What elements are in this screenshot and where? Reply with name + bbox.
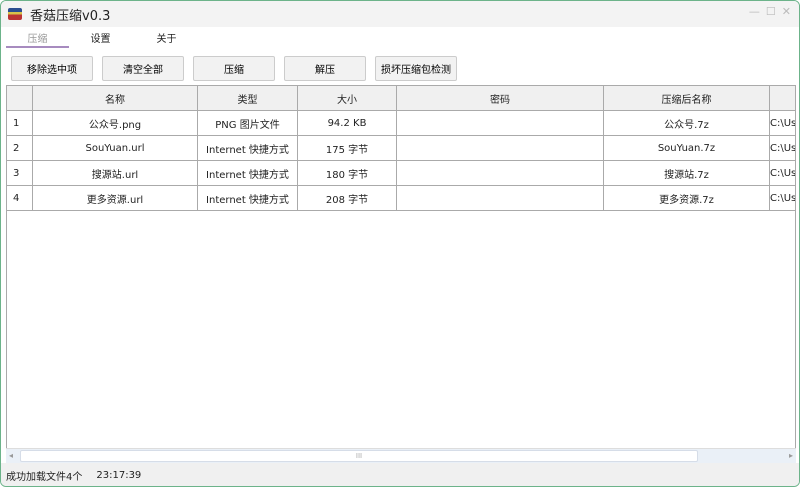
header-path[interactable] — [770, 86, 795, 110]
cell-password — [397, 161, 604, 185]
scroll-left-icon[interactable]: ◂ — [9, 449, 13, 463]
cell-path: C:\Us — [770, 117, 796, 129]
cell-type: PNG 图片文件 — [198, 111, 298, 135]
maximize-button[interactable]: ☐ — [766, 5, 776, 18]
cell-password — [397, 136, 604, 160]
title-bar: 香菇压缩v0.3 — ☐ ✕ — [1, 1, 799, 27]
app-window: 香菇压缩v0.3 — ☐ ✕ 压缩 设置 关于 移除选中项 清空全部 压缩 解压… — [0, 0, 800, 487]
remove-selected-button[interactable]: 移除选中项 — [11, 56, 93, 81]
extract-button[interactable]: 解压 — [284, 56, 366, 81]
header-name[interactable]: 名称 — [33, 86, 198, 110]
cell-path: C:\Us — [770, 142, 796, 154]
clear-all-button[interactable]: 清空全部 — [102, 56, 184, 81]
table-row[interactable]: 4 更多资源.url Internet 快捷方式 208 字节 更多资源.7z C:\Us — [7, 186, 796, 211]
cell-size: 94.2 KB — [298, 111, 397, 135]
tab-about[interactable]: 关于 — [135, 30, 198, 45]
window-title: 香菇压缩v0.3 — [30, 8, 111, 24]
cell-password — [397, 111, 604, 135]
header-password[interactable]: 密码 — [397, 86, 604, 110]
tab-settings[interactable]: 设置 — [69, 30, 132, 45]
tab-compress[interactable]: 压缩 — [6, 30, 69, 48]
header-size[interactable]: 大小 — [298, 86, 397, 110]
cell-name: 更多资源.url — [33, 186, 198, 210]
tab-bar: 压缩 设置 关于 — [1, 28, 799, 48]
cell-size: 180 字节 — [298, 161, 397, 185]
table-header: 名称 类型 大小 密码 压缩后名称 — [7, 86, 795, 111]
cell-row-number: 3 — [7, 161, 33, 185]
close-button[interactable]: ✕ — [782, 5, 791, 18]
cell-name: 搜源站.url — [33, 161, 198, 185]
cell-compressed-name: SouYuan.7z — [604, 136, 770, 160]
cell-type: Internet 快捷方式 — [198, 161, 298, 185]
cell-compressed-name: 公众号.7z — [604, 111, 770, 135]
cell-row-number: 2 — [7, 136, 33, 160]
compress-button[interactable]: 压缩 — [193, 56, 275, 81]
table-row[interactable]: 1 公众号.png PNG 图片文件 94.2 KB 公众号.7z C:\Us — [7, 111, 796, 136]
scroll-right-icon[interactable]: ▸ — [789, 449, 793, 463]
cell-size: 208 字节 — [298, 186, 397, 210]
scrollbar-thumb[interactable]: III — [20, 450, 698, 462]
minimize-button[interactable]: — — [749, 5, 760, 18]
cell-password — [397, 186, 604, 210]
cell-row-number: 4 — [7, 186, 33, 210]
header-compressed-name[interactable]: 压缩后名称 — [604, 86, 770, 110]
table-row[interactable]: 3 搜源站.url Internet 快捷方式 180 字节 搜源站.7z C:\Us — [7, 161, 796, 186]
cell-size: 175 字节 — [298, 136, 397, 160]
table-row[interactable]: 2 SouYuan.url Internet 快捷方式 175 字节 SouYuan.7… — [7, 136, 796, 161]
cell-type: Internet 快捷方式 — [198, 136, 298, 160]
cell-name: 公众号.png — [33, 111, 198, 135]
horizontal-scrollbar[interactable]: ◂ III ▸ — [6, 448, 796, 463]
cell-row-number: 1 — [7, 111, 33, 135]
cell-name: SouYuan.url — [33, 136, 198, 160]
cell-compressed-name: 搜源站.7z — [604, 161, 770, 185]
app-icon — [8, 8, 22, 20]
file-table[interactable]: 名称 类型 大小 密码 压缩后名称 1 公众号.png PNG 图片文件 94.2 KB 公众号.… — [6, 85, 796, 463]
cell-path: C:\Us — [770, 167, 796, 179]
status-bar: 成功加载文件4个 23:17:39 — [1, 463, 799, 486]
status-time: 23:17:39 — [96, 470, 142, 481]
check-damaged-button[interactable]: 损坏压缩包检测 — [375, 56, 457, 81]
header-type[interactable]: 类型 — [198, 86, 298, 110]
cell-type: Internet 快捷方式 — [198, 186, 298, 210]
status-message: 成功加载文件4个 — [6, 472, 83, 483]
cell-path: C:\Us — [770, 192, 796, 204]
header-row-number[interactable] — [7, 86, 33, 110]
cell-compressed-name: 更多资源.7z — [604, 186, 770, 210]
